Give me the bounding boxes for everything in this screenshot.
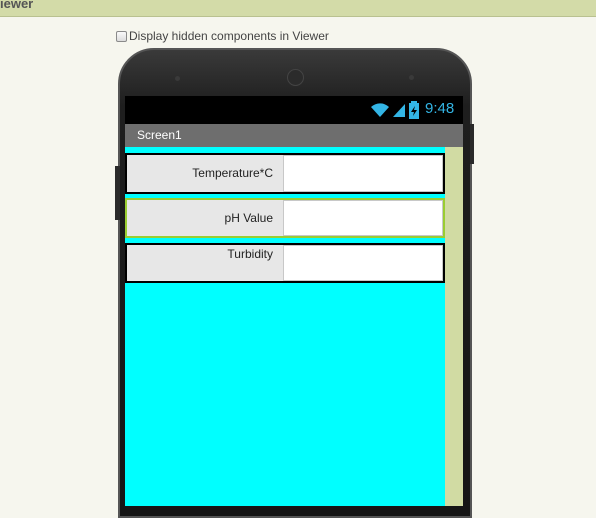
phone-screen: 9:48 Screen1 Temperature*C pH Value Turb… xyxy=(125,96,463,506)
display-hidden-components-toggle[interactable]: Display hidden components in Viewer xyxy=(116,29,329,43)
phone-side-button-right xyxy=(470,124,474,164)
row-ph-value[interactable]: pH Value xyxy=(125,198,445,238)
phone-sensor-icon xyxy=(175,76,180,81)
row-temperature[interactable]: Temperature*C xyxy=(125,153,445,194)
ph-value-input[interactable] xyxy=(283,200,443,236)
ph-value-label: pH Value xyxy=(224,211,273,225)
battery-icon xyxy=(409,101,419,119)
temperature-label: Temperature*C xyxy=(192,166,273,180)
viewer-panel-header: iewer xyxy=(0,0,596,17)
status-clock: 9:48 xyxy=(425,100,455,117)
wifi-icon xyxy=(371,103,389,117)
phone-light-icon xyxy=(409,75,414,80)
temperature-input[interactable] xyxy=(283,155,443,192)
turbidity-label: Turbidity xyxy=(227,247,273,261)
screen-title[interactable]: Screen1 xyxy=(137,128,182,142)
phone-camera-icon xyxy=(287,69,304,86)
row-turbidity[interactable]: Turbidity xyxy=(125,243,445,283)
screen-title-bar: Screen1 xyxy=(125,124,463,147)
screen-canvas[interactable]: Temperature*C pH Value Turbidity xyxy=(125,147,445,506)
display-hidden-checkbox[interactable] xyxy=(116,30,127,42)
phone-side-button-left xyxy=(115,166,120,220)
viewer-panel-title: iewer xyxy=(0,0,34,11)
screen-content: Temperature*C pH Value Turbidity xyxy=(125,147,463,506)
status-bar: 9:48 xyxy=(125,96,463,124)
display-hidden-label: Display hidden components in Viewer xyxy=(129,29,329,43)
signal-icon xyxy=(393,104,405,117)
turbidity-input[interactable] xyxy=(283,245,443,281)
